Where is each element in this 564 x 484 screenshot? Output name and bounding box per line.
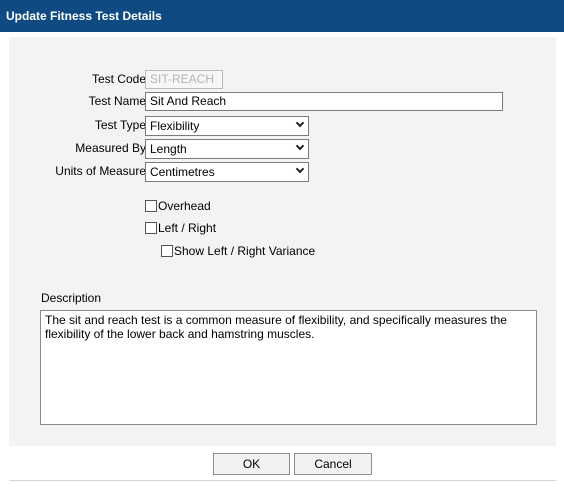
description-textarea[interactable]: The sit and reach test is a common measu… — [40, 310, 537, 425]
chevron-down-icon — [295, 118, 305, 128]
description-label: Description — [41, 291, 102, 305]
measured-by-label: Measured By — [75, 141, 146, 155]
overhead-label: Overhead — [158, 199, 211, 213]
overhead-checkbox-row[interactable]: Overhead — [145, 199, 211, 213]
units-select[interactable]: Centimetres — [145, 162, 309, 182]
test-type-label: Test Type — [94, 118, 146, 132]
variance-checkbox-row[interactable]: Show Left / Right Variance — [161, 244, 315, 258]
footer-divider — [9, 480, 556, 481]
measured-by-select[interactable]: Length — [145, 139, 309, 159]
cancel-button[interactable]: Cancel — [294, 453, 372, 475]
form-panel: Test Code SIT-REACH Test Name Sit And Re… — [9, 37, 556, 446]
test-name-input[interactable]: Sit And Reach — [145, 92, 503, 111]
chevron-down-icon — [295, 141, 305, 151]
dialog-window: Update Fitness Test Details Test Code SI… — [0, 0, 564, 484]
left-right-label: Left / Right — [158, 221, 217, 235]
left-right-checkbox-row[interactable]: Left / Right — [145, 221, 216, 235]
test-code-field: SIT-REACH — [145, 70, 223, 89]
test-name-label: Test Name — [88, 94, 146, 108]
measured-by-value: Length — [150, 142, 187, 156]
test-type-value: Flexibility — [150, 119, 200, 133]
chevron-down-icon — [295, 164, 305, 174]
overhead-checkbox[interactable] — [145, 200, 157, 212]
variance-checkbox[interactable] — [161, 245, 173, 257]
units-label: Units of Measure — [55, 164, 146, 178]
dialog-title: Update Fitness Test Details — [0, 0, 564, 32]
units-value: Centimetres — [150, 165, 215, 179]
ok-button[interactable]: OK — [213, 453, 290, 475]
test-code-label: Test Code — [91, 72, 146, 86]
left-right-checkbox[interactable] — [145, 222, 157, 234]
test-type-select[interactable]: Flexibility — [145, 116, 309, 136]
variance-label: Show Left / Right Variance — [174, 244, 316, 258]
